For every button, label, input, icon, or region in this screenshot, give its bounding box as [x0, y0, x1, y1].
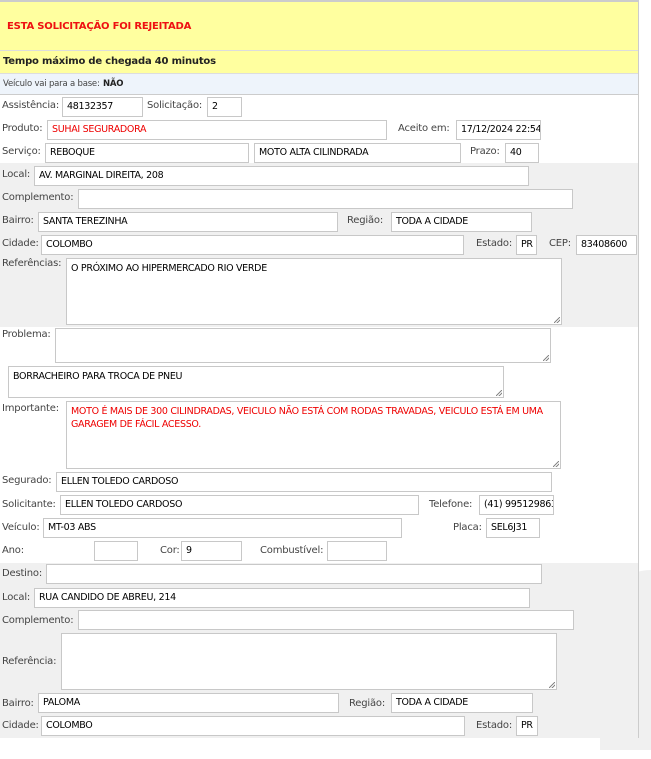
destino-referencia-textarea[interactable]: [61, 633, 557, 690]
placa-input[interactable]: SEL6J31: [486, 518, 540, 538]
base-info: Veículo vai para a base: NÃO: [0, 74, 638, 95]
base-value: NÃO: [103, 79, 124, 89]
referencias-label: Referências:: [2, 258, 62, 269]
problema-label: Problema:: [2, 329, 51, 340]
cor-label: Cor:: [160, 545, 180, 556]
regiao-label: Região:: [347, 215, 383, 226]
destino-cidade-label: Cidade:: [2, 720, 39, 731]
solicitacao-label: Solicitação:: [147, 100, 203, 111]
destino-bairro-input[interactable]: PALOMA: [38, 693, 339, 713]
telefone-label: Telefone:: [429, 499, 473, 510]
produto-label: Produto:: [2, 123, 43, 134]
servico-tipo-input[interactable]: MOTO ALTA CILINDRADA: [254, 143, 461, 163]
prazo-label: Prazo:: [470, 146, 500, 157]
assistencia-label: Assistência:: [2, 100, 60, 111]
referencias-textarea[interactable]: O PRÓXIMO AO HIPERMERCADO RIO VERDE: [66, 258, 562, 325]
complemento-label: Complemento:: [2, 192, 74, 203]
cor-input[interactable]: 9: [181, 541, 242, 561]
segurado-label: Segurado:: [2, 475, 52, 486]
destino-complemento-label: Complemento:: [2, 615, 74, 626]
local-input[interactable]: AV. MARGINAL DIREITA, 208: [34, 166, 529, 186]
estado-label: Estado:: [476, 238, 513, 249]
base-label: Veículo vai para a base:: [3, 79, 100, 89]
ano-input[interactable]: [94, 541, 138, 561]
aceito-input[interactable]: 17/12/2024 22:54: [456, 120, 541, 140]
time-banner: Tempo máximo de chegada 40 minutos: [0, 51, 638, 74]
destino-local-input[interactable]: RUA CANDIDO DE ABREU, 214: [34, 588, 530, 608]
importante-label: Importante:: [2, 403, 59, 414]
combustivel-label: Combustível:: [260, 545, 324, 556]
destino-estado-input[interactable]: PR: [516, 716, 538, 736]
destino-complemento-input[interactable]: [78, 610, 574, 630]
destino-local-label: Local:: [2, 592, 31, 603]
veiculo-label: Veículo:: [2, 522, 40, 533]
cep-label: CEP:: [549, 238, 571, 249]
servico-input[interactable]: REBOQUE: [45, 143, 249, 163]
destino-regiao-input[interactable]: TODA A CIDADE: [391, 693, 533, 713]
solicitacao-input[interactable]: 2: [207, 97, 242, 117]
max-time-text: Tempo máximo de chegada 40 minutos: [3, 56, 216, 67]
problema-textarea[interactable]: [55, 328, 551, 363]
destino-bairro-label: Bairro:: [2, 698, 34, 709]
solicitante-label: Solicitante:: [2, 499, 56, 510]
destino-input[interactable]: [46, 564, 542, 584]
prazo-input[interactable]: 40: [505, 143, 539, 163]
produto-input[interactable]: SUHAI SEGURADORA: [47, 120, 387, 140]
status-banner: ESTA SOLICITAÇÃO FOI REJEITADA: [0, 2, 638, 51]
cidade-label: Cidade:: [2, 238, 39, 249]
importante-textarea[interactable]: MOTO É MAIS DE 300 CILINDRADAS, VEICULO …: [66, 401, 561, 469]
telefone-input[interactable]: (41) 995129863: [479, 495, 554, 515]
status-text: ESTA SOLICITAÇÃO FOI REJEITADA: [7, 21, 192, 32]
ano-label: Ano:: [2, 545, 24, 556]
destino-referencia-label: Referência:: [2, 656, 57, 667]
cidade-input[interactable]: COLOMBO: [41, 235, 464, 255]
problema-detalhe-textarea[interactable]: BORRACHEIRO PARA TROCA DE PNEU: [8, 366, 504, 398]
veiculo-input[interactable]: MT-03 ABS: [43, 518, 402, 538]
servico-label: Serviço:: [2, 146, 41, 157]
solicitante-input[interactable]: ELLEN TOLEDO CARDOSO: [60, 495, 419, 515]
destino-label: Destino:: [2, 568, 42, 579]
segurado-input[interactable]: ELLEN TOLEDO CARDOSO: [56, 472, 552, 492]
local-label: Local:: [2, 169, 31, 180]
aceito-label: Aceito em:: [398, 123, 450, 134]
estado-input[interactable]: PR: [516, 235, 537, 255]
bairro-label: Bairro:: [2, 215, 34, 226]
combustivel-input[interactable]: [327, 541, 387, 561]
destino-estado-label: Estado:: [476, 720, 513, 731]
complemento-input[interactable]: [78, 189, 573, 209]
destino-cidade-input[interactable]: COLOMBO: [41, 716, 465, 736]
regiao-input[interactable]: TODA A CIDADE: [391, 212, 532, 232]
destino-regiao-label: Região:: [349, 698, 385, 709]
cep-input[interactable]: 83408600: [576, 235, 637, 255]
assistencia-input[interactable]: 48132357: [62, 97, 143, 117]
placa-label: Placa:: [453, 522, 482, 533]
bairro-input[interactable]: SANTA TEREZINHA: [38, 212, 338, 232]
